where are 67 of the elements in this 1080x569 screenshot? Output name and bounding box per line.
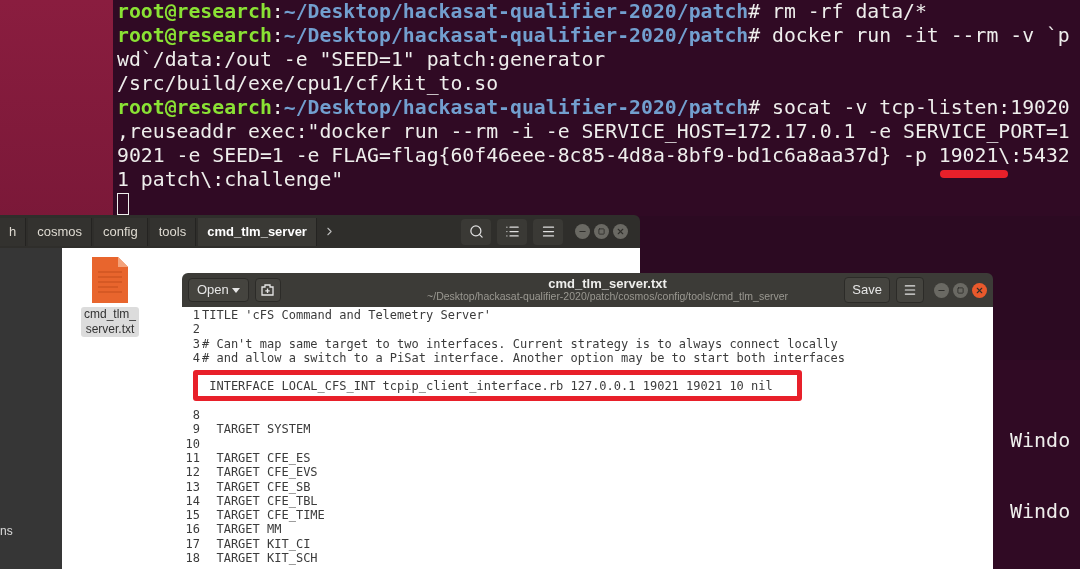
- maximize-button[interactable]: [594, 224, 609, 239]
- line-number: 11: [185, 450, 200, 466]
- code-line: TARGET CFE_SB: [215, 479, 311, 494]
- close-icon: [616, 227, 625, 236]
- sidebar-item[interactable]: ns: [0, 524, 62, 538]
- code-line: TARGET CFE_TIME: [215, 508, 325, 523]
- open-button[interactable]: Open: [188, 278, 249, 302]
- code-line: TITLE 'cFS Command and Telemetry Server': [202, 308, 491, 323]
- maximize-icon: [598, 228, 605, 235]
- line-number: 2: [192, 322, 200, 337]
- tab-plus-icon: [261, 284, 275, 296]
- breadcrumb-button[interactable]: config: [94, 217, 148, 246]
- line-number: 9: [192, 422, 200, 437]
- menu-icon[interactable]: [896, 277, 924, 303]
- menu-icon[interactable]: [533, 218, 563, 245]
- line-number: 16: [185, 522, 200, 537]
- save-button[interactable]: Save: [844, 277, 890, 303]
- terminal-line: /src/build/exe/cpu1/cf/kit_to.so: [117, 72, 499, 96]
- code-line: TARGET KIT_SCH: [215, 551, 318, 566]
- breadcrumb-button[interactable]: cmd_tlm_server: [198, 217, 317, 246]
- code-line: # Can't map same target to two interfaces. Current strategy is to always connect locally: [202, 336, 838, 351]
- terminal-line: Windo: [1010, 428, 1072, 452]
- cursor-icon: [117, 193, 129, 215]
- line-number: 15: [185, 508, 200, 523]
- search-icon[interactable]: [461, 218, 491, 245]
- line-number: 4: [192, 350, 200, 366]
- line-number: 13: [185, 479, 200, 494]
- terminal-line: wd`/data:/out -e "SEED=1" patch:generator: [117, 48, 606, 72]
- line-number: 18: [185, 551, 200, 566]
- terminal-line: 1 patch\:challenge": [117, 168, 344, 192]
- breadcrumb-button[interactable]: cosmos: [28, 217, 93, 246]
- line-number: 17: [185, 536, 200, 552]
- code-line: TARGET KIT_CI: [215, 536, 311, 552]
- new-tab-button[interactable]: [254, 278, 281, 302]
- line-number: 10: [185, 436, 200, 451]
- window-title: cmd_tlm_server.txt: [548, 277, 667, 290]
- terminal-line: 9021 -e SEED=1 -e FLAG=flag{60f46eee-8c85-4d8a-8bf9-bd1c6a8aa37d} -p 19021\:5432: [117, 144, 1070, 168]
- caret-icon: [231, 287, 240, 293]
- close-button[interactable]: [972, 282, 987, 298]
- list-view-icon[interactable]: [497, 218, 527, 245]
- close-button[interactable]: [613, 224, 628, 239]
- line-number: 8: [192, 408, 200, 423]
- line-number: 1: [192, 308, 200, 323]
- minimize-button[interactable]: [575, 224, 590, 239]
- text-file-icon: [90, 256, 130, 304]
- line-number: 3: [192, 336, 200, 351]
- line-number: 14: [185, 493, 200, 509]
- terminal-line: Windo: [1010, 499, 1072, 523]
- terminal-line: root@research:~/Desktop/hackasat-qualifier-2020/patch# rm -rf data/*: [117, 0, 927, 24]
- underline-mark: [940, 170, 1008, 178]
- code-line: TARGET CFE_TBL: [215, 493, 318, 509]
- file-path: ~/Desktop/hackasat-qualifier-2020/patch/cosmos/config/tools/cmd_tlm_server: [427, 290, 789, 303]
- code-line: INTERFACE LOCAL_CFS_INT tcpip_client_interface.rb 127.0.0.1 19021 19021 10 nil: [208, 379, 773, 394]
- terminal-line: root@research:~/Desktop/hackasat-qualifier-2020/patch# docker run -it --rm -v `p: [117, 24, 1070, 48]
- file-name[interactable]: cmd_tlm_server.txt: [81, 307, 139, 337]
- code-line: TARGET MM: [215, 522, 282, 537]
- breadcrumb-button[interactable]: h: [0, 217, 27, 246]
- code-line: TARGET SYSTEM: [215, 422, 311, 437]
- maximize-icon: [957, 286, 964, 294]
- code-line: TARGET CFE_EVS: [215, 465, 318, 480]
- code-line: # and allow a switch to a PiSat interface. Another option may be to start both interfaces: [202, 350, 845, 366]
- terminal-line: root@research:~/Desktop/hackasat-qualifier-2020/patch# socat -v tcp-listen:19020: [117, 96, 1070, 120]
- breadcrumb-button[interactable]: tools: [149, 217, 197, 246]
- close-icon: [975, 285, 984, 295]
- terminal-line: ,reuseaddr exec:"docker run --rm -i -e SERVICE_HOST=172.17.0.1 -e SERVICE_PORT=1: [117, 120, 1070, 144]
- code-line: TARGET CFE_ES: [215, 450, 311, 466]
- line-number: 12: [185, 465, 200, 480]
